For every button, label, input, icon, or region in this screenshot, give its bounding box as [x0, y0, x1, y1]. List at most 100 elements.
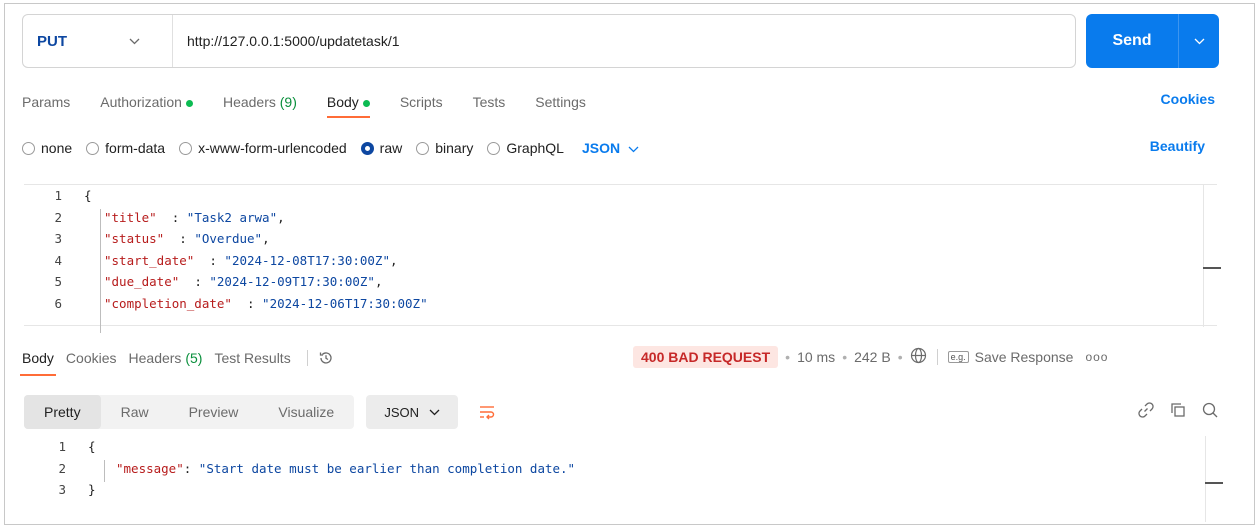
- code-line: 4 "start_date" : "2024-12-08T17:30:00Z",: [24, 250, 1217, 272]
- format-raw[interactable]: Raw: [101, 395, 169, 429]
- tab-scripts[interactable]: Scripts: [400, 94, 443, 110]
- request-body-editor[interactable]: 1{ 2 "title" : "Task2 arwa", 3 "status" : …: [24, 184, 1221, 333]
- json-value: "2024-12-08T17:30:00Z": [224, 252, 390, 268]
- json-key: "status": [104, 231, 165, 247]
- globe-icon[interactable]: [910, 347, 927, 367]
- response-body-viewer[interactable]: 1{ 2 "message": "Start date must be earli…: [24, 436, 1223, 522]
- tab-body[interactable]: Body: [326, 94, 370, 118]
- scroll-thumb[interactable]: [1203, 267, 1221, 269]
- code-line: 5 "due_date" : "2024-12-09T17:30:00Z",: [24, 271, 1217, 293]
- radio-label: none: [41, 140, 73, 156]
- cookies-link[interactable]: Cookies: [1161, 91, 1215, 107]
- headers-count: (9): [279, 94, 297, 110]
- json-key: "message": [116, 460, 184, 476]
- more-options-icon[interactable]: ooo: [1085, 350, 1108, 364]
- json-sep: :: [231, 295, 263, 311]
- tab-authorization[interactable]: Authorization: [100, 94, 193, 110]
- send-label: Send: [1112, 32, 1152, 49]
- code-text: {: [84, 188, 92, 204]
- tab-label: Authorization: [100, 94, 182, 110]
- json-value: "Start date must be earlier than complet…: [198, 460, 576, 476]
- radio-circle: [179, 141, 193, 155]
- response-size[interactable]: 242 B: [854, 349, 891, 365]
- radio-graphql[interactable]: GraphQL: [487, 140, 564, 156]
- code-text: {: [88, 439, 96, 455]
- format-preview[interactable]: Preview: [169, 395, 259, 429]
- json-key: "title": [104, 209, 157, 225]
- url-input[interactable]: http://127.0.0.1:5000/updatetask/1: [173, 33, 400, 49]
- status-badge[interactable]: 400 BAD REQUEST: [633, 346, 779, 368]
- language-select[interactable]: JSON: [582, 140, 639, 156]
- tab-label: Headers: [128, 350, 182, 366]
- response-toolbar: Pretty Raw Preview Visualize JSON: [24, 393, 1219, 431]
- format-visualize[interactable]: Visualize: [258, 395, 354, 429]
- radio-label: form-data: [105, 140, 166, 156]
- line-number: 5: [54, 274, 62, 290]
- radio-circle-selected: [360, 141, 374, 155]
- send-button[interactable]: Send: [1086, 14, 1219, 68]
- tab-headers[interactable]: Headers (9): [223, 94, 297, 110]
- radio-form-data[interactable]: form-data: [86, 140, 165, 156]
- code-line: 1{: [24, 185, 1217, 207]
- save-response-button[interactable]: Save Response: [975, 349, 1074, 365]
- tab-label: Scripts: [399, 94, 443, 110]
- response-status: 400 BAD REQUEST • 10 ms • 242 B • e.g. S…: [633, 345, 1108, 369]
- resp-tab-cookies[interactable]: Cookies: [66, 350, 117, 366]
- scroll-thumb[interactable]: [1205, 482, 1223, 484]
- json-value: "Task2 arwa": [186, 209, 278, 225]
- resp-tab-test-results[interactable]: Test Results: [214, 350, 290, 366]
- radio-circle: [487, 141, 501, 155]
- tab-params[interactable]: Params: [22, 94, 70, 110]
- radio-circle: [22, 141, 35, 155]
- radio-none[interactable]: none: [22, 140, 72, 156]
- search-icon[interactable]: [1201, 401, 1219, 422]
- radio-urlencoded[interactable]: x-www-form-urlencoded: [179, 140, 347, 156]
- format-pretty[interactable]: Pretty: [24, 395, 101, 429]
- vertical-scrollbar[interactable]: [1203, 185, 1217, 327]
- radio-label: GraphQL: [506, 140, 564, 156]
- tab-settings[interactable]: Settings: [535, 94, 586, 110]
- radio-raw[interactable]: raw: [360, 140, 402, 156]
- language-label: JSON: [384, 404, 419, 420]
- indicator-dot: [185, 99, 193, 107]
- beautify-link[interactable]: Beautify: [1150, 138, 1205, 154]
- chevron-down-icon: [628, 142, 639, 156]
- send-options-chevron-icon[interactable]: [1179, 34, 1219, 48]
- json-end: ,: [277, 209, 285, 225]
- chevron-down-icon: [429, 405, 440, 419]
- line-number: 4: [54, 252, 62, 268]
- json-key: "start_date": [104, 252, 195, 268]
- code-line: 3 "status" : "Overdue",: [24, 228, 1217, 250]
- url-bar: PUT http://127.0.0.1:5000/updatetask/1: [22, 14, 1076, 68]
- tab-label: Tests: [472, 94, 506, 110]
- json-sep: :: [164, 231, 195, 247]
- resp-tab-headers[interactable]: Headers (5): [129, 350, 203, 366]
- json-key: "completion_date": [104, 295, 232, 311]
- example-icon: e.g.: [947, 351, 969, 363]
- resp-tab-body[interactable]: Body: [20, 350, 56, 376]
- line-number: 2: [58, 460, 66, 476]
- line-number: 1: [54, 188, 62, 204]
- radio-binary[interactable]: binary: [416, 140, 473, 156]
- method-select[interactable]: PUT: [23, 15, 173, 67]
- line-number: 2: [54, 209, 62, 225]
- tab-label: Params: [22, 94, 71, 110]
- link-icon[interactable]: [1137, 401, 1155, 422]
- tab-tests[interactable]: Tests: [473, 94, 506, 110]
- code-line: 6 "completion_date" : "2024-12-06T17:30:0…: [24, 293, 1217, 315]
- response-language-select[interactable]: JSON: [366, 395, 459, 429]
- copy-icon[interactable]: [1169, 401, 1187, 422]
- history-icon[interactable]: [318, 350, 334, 366]
- radio-label: x-www-form-urlencoded: [198, 140, 347, 156]
- json-end: ,: [374, 274, 383, 290]
- line-number: 1: [58, 439, 66, 455]
- wrap-lines-icon[interactable]: [478, 404, 496, 420]
- response-tabs: Body Cookies Headers (5) Test Results: [20, 348, 334, 376]
- json-key: "due_date": [104, 274, 180, 290]
- json-value: "2024-12-06T17:30:00Z": [262, 295, 428, 311]
- vertical-scrollbar[interactable]: [1205, 436, 1219, 522]
- response-time[interactable]: 10 ms: [797, 349, 835, 365]
- body-type-options: none form-data x-www-form-urlencoded raw…: [22, 137, 639, 159]
- separator-dot: •: [785, 349, 791, 365]
- radio-label: binary: [435, 140, 474, 156]
